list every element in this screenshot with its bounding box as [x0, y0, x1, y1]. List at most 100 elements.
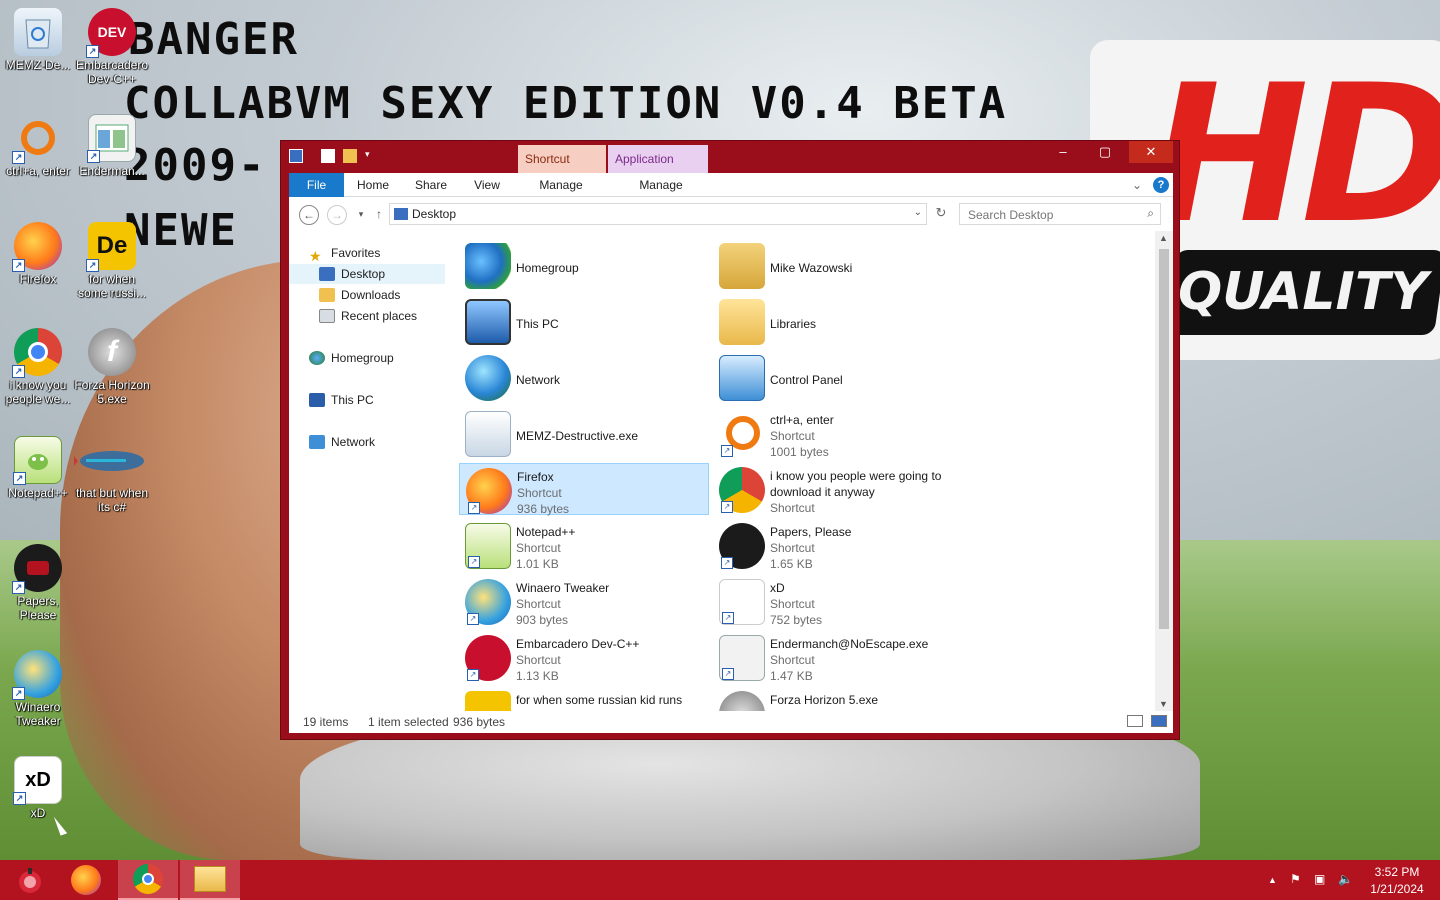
file-list[interactable]: Homegroup Mike Wazowski This PC Librarie… [459, 231, 1151, 711]
list-item[interactable]: ↗ i know you people were going to downlo… [713, 463, 963, 515]
nav-desktop[interactable]: Desktop [289, 264, 445, 284]
close-button[interactable]: ✕ [1129, 141, 1173, 163]
desktop-icon-ctrl-a-enter[interactable]: ↗ ctrl+a, enter [0, 114, 76, 178]
desktop-icon-notepadpp[interactable]: ↗ Notepad++ [0, 436, 76, 500]
minimize-button[interactable]: – [1043, 141, 1083, 163]
desktop-icon-xd[interactable]: xD ↗ xD [0, 756, 76, 820]
help-icon[interactable]: ? [1153, 177, 1169, 193]
context-tab-shortcut-tools[interactable]: Shortcut Tools [518, 145, 606, 194]
volume-muted-icon[interactable]: 🔈 [1338, 872, 1353, 886]
taskbar-firefox[interactable] [56, 860, 116, 900]
tab-file[interactable]: File [289, 173, 344, 197]
nav-this-pc[interactable]: This PC [309, 390, 374, 410]
winaero-icon: ↗ [465, 579, 511, 625]
network-tray-icon[interactable]: ▣ [1314, 872, 1325, 886]
item-name: Firefox [517, 470, 554, 484]
scroll-down-icon[interactable]: ▼ [1159, 699, 1168, 709]
start-button[interactable] [0, 860, 60, 900]
list-item[interactable]: ↗ Embarcadero Dev-C++ Shortcut 1.13 KB [459, 631, 709, 683]
firefox-icon: ↗ [12, 222, 62, 272]
list-item[interactable]: ↗ Winaero Tweaker Shortcut 903 bytes [459, 575, 709, 627]
scroll-up-icon[interactable]: ▲ [1159, 233, 1168, 243]
maximize-button[interactable]: ▢ [1085, 141, 1125, 163]
search-icon[interactable]: ⌕ [1147, 206, 1154, 221]
explorer-window[interactable]: ▾ Shortcut Tools Application Tools – ▢ ✕… [280, 140, 1180, 740]
scrollbar-thumb[interactable] [1159, 249, 1169, 629]
list-item[interactable]: ↗ ctrl+a, enter Shortcut 1001 bytes [713, 407, 963, 459]
details-view-icon[interactable] [1127, 715, 1143, 727]
list-item[interactable]: Control Panel [713, 351, 963, 403]
nav-network[interactable]: Network [309, 432, 375, 452]
context-tab-application-tools[interactable]: Application Tools [608, 145, 708, 194]
list-item[interactable]: Homegroup [459, 239, 709, 291]
nav-label: Recent places [341, 309, 418, 323]
item-name: ctrl+a, enter [770, 413, 834, 427]
list-item[interactable]: Network [459, 351, 709, 403]
taskbar-chrome[interactable] [118, 860, 178, 900]
list-item[interactable]: This PC [459, 295, 709, 347]
desktop-icon-papers-please[interactable]: ↗ Papers, Please [0, 544, 76, 622]
desktop-icon-devcpp[interactable]: DEV ↗ Embarcadero Dev-C++ [74, 8, 150, 86]
recent-locations-dropdown[interactable]: ▾ [351, 205, 371, 225]
desktop-icon-fish[interactable]: that but when its c# [74, 436, 150, 514]
computer-icon [465, 299, 511, 345]
list-item[interactable]: Libraries [713, 295, 963, 347]
nav-recent-places[interactable]: Recent places [319, 306, 417, 326]
clock-time: 3:52 PM [1374, 865, 1420, 879]
nav-favorites[interactable]: ★ Favorites [309, 243, 380, 264]
tab-manage-application[interactable]: Manage [611, 173, 711, 197]
de-app-icon: De ↗ [86, 222, 136, 272]
refresh-icon[interactable]: ↻ [931, 205, 951, 223]
taskbar-file-explorer[interactable] [180, 860, 240, 900]
action-center-flag-icon[interactable]: ⚑ [1290, 872, 1301, 886]
nav-downloads[interactable]: Downloads [319, 285, 400, 305]
desktop-icon-label: ctrl+a, enter [6, 164, 70, 178]
list-item[interactable]: ↗ Papers, Please Shortcut 1.65 KB [713, 519, 963, 571]
address-dropdown-icon[interactable]: ⌄ [914, 207, 922, 218]
desktop-icon-firefox[interactable]: ↗ Firefox [0, 222, 76, 286]
desktop-icon-enderman[interactable]: ↗ Enderman... [74, 114, 150, 178]
clock-date: 1/21/2024 [1370, 882, 1424, 896]
desktop-folder-icon [319, 267, 335, 281]
nav-label: Desktop [341, 267, 386, 281]
search-input[interactable]: Search Desktop ⌕ [959, 203, 1161, 225]
tab-home[interactable]: Home [351, 173, 395, 197]
properties-icon[interactable] [321, 149, 335, 163]
list-item[interactable]: MEMZ-Destructive.exe [459, 407, 709, 459]
xd-icon: xD ↗ [13, 756, 62, 805]
selection-size: 936 bytes [453, 715, 506, 729]
desktop-icon-forza[interactable]: f Forza Horizon 5.exe [74, 328, 150, 406]
list-item[interactable]: ↗ Notepad++ Shortcut 1.01 KB [459, 519, 709, 571]
flash-icon: f [88, 328, 136, 376]
list-item[interactable]: Mike Wazowski [713, 239, 963, 291]
tab-view[interactable]: View [465, 173, 509, 197]
desktop-icon-russian-kid[interactable]: De ↗ for when some russi... [74, 222, 150, 300]
up-button[interactable]: ↑ [369, 205, 389, 225]
list-item[interactable]: for when some russian kid runs [459, 687, 709, 711]
back-button[interactable]: ← [299, 205, 319, 225]
new-folder-icon[interactable] [343, 149, 357, 163]
list-item-selected[interactable]: ↗ Firefox Shortcut 936 bytes [459, 463, 709, 516]
desktop-icon-memz[interactable]: MEMZ-De... [0, 8, 76, 72]
star-icon: ★ [309, 248, 322, 264]
quick-access-dropdown-icon[interactable]: ▾ [365, 149, 379, 163]
list-item[interactable]: ↗ Endermanch@NoEscape.exe Shortcut 1.47 … [713, 631, 963, 683]
list-item[interactable]: Forza Horizon 5.exe [713, 687, 963, 711]
vertical-scrollbar[interactable]: ▲ ▼ [1155, 231, 1173, 711]
tab-manage-shortcut[interactable]: Manage [519, 173, 603, 197]
title-bar[interactable]: ▾ Shortcut Tools Application Tools – ▢ ✕ [281, 141, 1179, 194]
item-name: MEMZ-Destructive.exe [516, 429, 639, 443]
item-name: i know you people were going to [770, 469, 942, 483]
address-bar[interactable]: Desktop ⌄ [389, 203, 927, 225]
forward-button[interactable]: → [327, 205, 347, 225]
item-size: 903 bytes [516, 613, 569, 627]
large-icons-view-icon[interactable] [1151, 715, 1167, 727]
list-item[interactable]: ↗ xD Shortcut 752 bytes [713, 575, 963, 627]
show-hidden-icons-button[interactable]: ▲ [1268, 875, 1277, 885]
desktop-icon-chrome[interactable]: ↗ i know you people we... [0, 328, 76, 406]
system-clock[interactable]: 3:52 PM 1/21/2024 [1360, 864, 1434, 898]
tab-share[interactable]: Share [409, 173, 453, 197]
desktop-icon-winaero[interactable]: ↗ Winaero Tweaker [0, 650, 76, 728]
expand-ribbon-icon[interactable]: ⌄ [1129, 173, 1145, 197]
nav-homegroup[interactable]: Homegroup [309, 348, 394, 368]
